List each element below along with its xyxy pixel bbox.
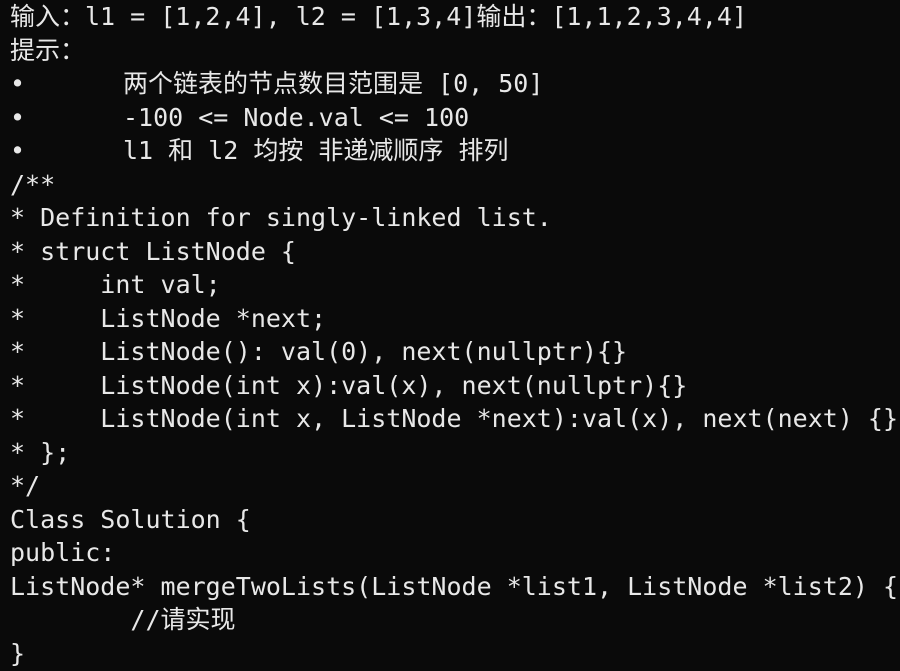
hint-item-sort-order: • l1 和 l2 均按 非递减顺序 排列	[10, 134, 900, 168]
bullet-icon: •	[10, 136, 26, 165]
class-declaration-line: Class Solution {	[10, 504, 251, 534]
hint-text: -100 <= Node.val <= 100	[123, 102, 470, 132]
field-val-line: * int val;	[10, 270, 221, 299]
hint-text: l1 和 l2 均按 非递减顺序 排列	[123, 136, 509, 165]
method-signature-line: ListNode* mergeTwoLists(ListNode *list1,…	[10, 571, 899, 601]
hint-heading: 提示：	[10, 35, 86, 65]
bullet-icon: •	[10, 69, 26, 98]
hint-item-value-range: • -100 <= Node.val <= 100	[10, 101, 900, 135]
constructor-int-line: * ListNode(int x):val(x), next(nullptr){…	[10, 370, 688, 400]
class-close-line: }	[10, 638, 26, 668]
hint-item-node-count: • 两个链表的节点数目范围是 [0, 50]	[10, 67, 900, 101]
comment-open-line: /**	[10, 169, 56, 199]
bullet-icon: •	[10, 102, 26, 132]
comment-close-line: */	[10, 471, 41, 500]
field-next-line: * ListNode *next;	[10, 303, 327, 333]
todo-comment-line: //请实现	[10, 605, 236, 634]
struct-declaration-line: * struct ListNode {	[10, 236, 296, 266]
example-io-line: 输入：l1 = [1,2,4], l2 = [1,3,4]输出：[1,1,2,3…	[10, 2, 747, 31]
code-text-view: 输入：l1 = [1,2,4], l2 = [1,3,4]输出：[1,1,2,3…	[0, 0, 900, 671]
hint-text: 两个链表的节点数目范围是 [0, 50]	[123, 69, 544, 98]
access-specifier-line: public:	[10, 538, 116, 567]
struct-close-line: * };	[10, 437, 71, 467]
constructor-default-line: * ListNode(): val(0), next(nullptr){}	[10, 337, 628, 366]
constructor-full-line: * ListNode(int x, ListNode *next):val(x)…	[10, 404, 899, 433]
definition-comment-line: * Definition for singly-linked list.	[10, 203, 552, 232]
